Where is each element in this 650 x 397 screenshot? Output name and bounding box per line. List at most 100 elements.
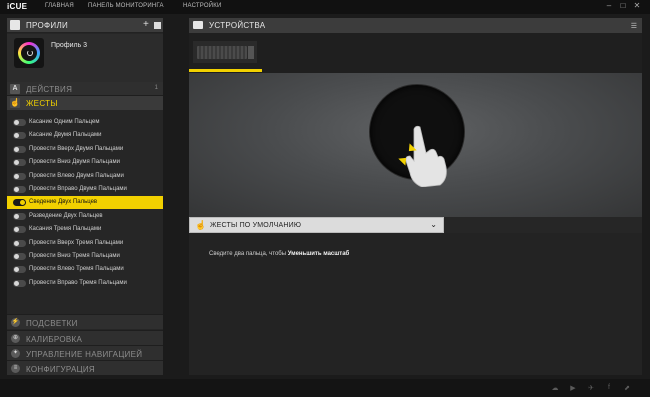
actions-icon: A (10, 84, 20, 94)
cloud-icon[interactable]: ☁ (549, 384, 561, 392)
configuration-title: КОНФИГУРАЦИЯ (26, 365, 95, 374)
toggle-knob (20, 200, 25, 206)
gesture-toggle[interactable] (13, 199, 26, 207)
profile-item[interactable]: Профиль 3 (7, 34, 163, 82)
hand-pinch-icon (405, 125, 447, 187)
devices-title: УСТРОЙСТВА (209, 21, 266, 30)
sliders-icon: ≡ (11, 364, 20, 373)
gesture-label: Провести Вверх Тремя Пальцами (29, 239, 124, 246)
default-gestures-dropdown[interactable]: ☝ ЖЕСТЫ ПО УМОЛЧАНИЮ ⌄ (189, 217, 444, 233)
gesture-label: Касание Одним Пальцем (29, 119, 100, 125)
gesture-toggle[interactable] (13, 186, 26, 193)
lightning-icon: ⚡ (11, 318, 20, 327)
footer-bar: ☁ ▶ ✈ f ⬈ (0, 379, 650, 397)
hand-pointer-icon: ☝ (195, 220, 207, 230)
calibration-section[interactable]: ⊕ КАЛИБРОВКА (7, 330, 163, 345)
toggle-knob (14, 173, 19, 179)
gesture-label: Провести Вверх Двумя Пальцами (29, 145, 124, 152)
toggle-knob (14, 280, 19, 286)
gesture-item[interactable]: Провести Влево Тремя Пальцами (7, 263, 163, 276)
toggle-knob (14, 227, 19, 233)
gestures-section[interactable]: ☝ ЖЕСТЫ (7, 96, 163, 110)
gesture-item[interactable]: Разведение Двух Пальцев (7, 210, 163, 223)
gesture-item[interactable]: Провести Вправо Тремя Пальцами (7, 277, 163, 290)
navigation-section[interactable]: ✦ УПРАВЛЕНИЕ НАВИГАЦИЕЙ (7, 345, 163, 360)
touchpad-image (248, 46, 254, 59)
close-icon[interactable]: ✕ (632, 1, 642, 10)
gesture-toggle[interactable] (13, 253, 26, 260)
gesture-item[interactable]: Провести Вправо Двумя Пальцами (7, 183, 163, 196)
gesture-item[interactable]: Сведение Двух Пальцев (7, 196, 163, 210)
menu-home[interactable]: ГЛАВНАЯ (45, 3, 74, 9)
gesture-item[interactable]: Касания Тремя Пальцами (7, 223, 163, 236)
description-action: Уменьшить масштаб (287, 251, 350, 257)
gesture-toggle[interactable] (13, 239, 26, 247)
gesture-toggle[interactable] (13, 226, 26, 234)
gesture-item[interactable]: Провести Влево Двумя Пальцами (7, 170, 163, 183)
gesture-label: Провести Влево Тремя Пальцами (29, 266, 124, 273)
gesture-label: Провести Влево Двумя Пальцами (29, 172, 124, 179)
gesture-label: Касание Двумя Пальцами (29, 132, 102, 139)
gesture-toggle[interactable] (13, 266, 26, 274)
gesture-toggle[interactable] (13, 279, 26, 287)
arrow-icon[interactable]: ⬈ (621, 384, 633, 392)
gesture-label: Провести Вправо Двумя Пальцами (29, 186, 127, 192)
calibration-title: КАЛИБРОВКА (26, 335, 83, 344)
devices-header: УСТРОЙСТВА ☰ (189, 18, 642, 33)
toggle-knob (14, 146, 19, 152)
device-strip (189, 33, 642, 73)
keyboard-icon (193, 21, 203, 29)
device-selected-indicator (189, 69, 262, 72)
youtube-icon[interactable]: ▶ (567, 384, 579, 392)
lighting-section[interactable]: ⚡ ПОДСВЕТКИ (7, 314, 163, 329)
toggle-knob (14, 160, 19, 166)
actions-section[interactable]: A ДЕЙСТВИЯ 1 (7, 82, 163, 96)
gesture-label: Провести Вправо Тремя Пальцами (29, 279, 127, 286)
gesture-toggle[interactable] (13, 212, 26, 220)
gesture-list: Касание Одним Пальцем Касание Двумя Пальц… (7, 115, 163, 313)
gesture-item[interactable]: Провести Вверх Тремя Пальцами (7, 237, 163, 250)
device-keyboard-thumbnail[interactable] (193, 41, 257, 63)
add-profile-icon[interactable]: + (143, 19, 149, 30)
gesture-item[interactable]: Провести Вниз Двумя Пальцами (7, 156, 163, 169)
gesture-toggle[interactable] (13, 119, 26, 126)
facebook-icon[interactable]: f (603, 384, 615, 391)
power-icon (27, 50, 33, 56)
gesture-item[interactable]: Касание Одним Пальцем (7, 116, 163, 129)
menu-settings[interactable]: НАСТРОЙКИ (183, 3, 221, 9)
gesture-toggle[interactable] (13, 145, 26, 153)
gesture-item[interactable]: Касание Двумя Пальцами (7, 129, 163, 142)
configuration-section[interactable]: ≡ КОНФИГУРАЦИЯ (7, 360, 163, 375)
gesture-label: Сведение Двух Пальцев (29, 199, 98, 206)
gesture-toggle[interactable] (13, 159, 26, 167)
menu-dashboard[interactable]: ПАНЕЛЬ МОНИТОРИНГА (88, 3, 164, 9)
hamburger-icon[interactable]: ☰ (631, 22, 637, 30)
description-prefix: Сведите два пальца, чтобы (209, 251, 287, 257)
gesture-label: Разведение Двух Пальцев (29, 212, 103, 219)
twitter-icon[interactable]: ✈ (585, 384, 597, 392)
toggle-knob (14, 133, 19, 139)
minimize-icon[interactable]: – (604, 1, 614, 10)
toggle-knob (14, 187, 19, 192)
gesture-item[interactable]: Провести Вниз Тремя Пальцами (7, 250, 163, 263)
hand-pointer-icon: ☝ (10, 98, 20, 108)
rgb-ring-icon (18, 42, 40, 64)
left-panel: ПРОФИЛИ + Профиль 3 A ДЕЙСТВИЯ 1 ☝ ЖЕСТЫ… (7, 18, 163, 375)
gesture-toggle[interactable] (13, 172, 26, 180)
gesture-description: Сведите два пальца, чтобы Уменьшить масш… (209, 251, 349, 257)
gesture-toggle[interactable] (13, 132, 26, 140)
chevron-down-icon: ⌄ (430, 220, 437, 229)
top-bar: iCUE ГЛАВНАЯ ПАНЕЛЬ МОНИТОРИНГА НАСТРОЙК… (0, 0, 650, 14)
right-panel: УСТРОЙСТВА ☰ ☝ ЖЕСТЫ ПО УМОЛЧАНИЮ ⌄ Свед… (189, 18, 642, 375)
lighting-title: ПОДСВЕТКИ (26, 319, 78, 328)
profile-options-icon[interactable] (154, 22, 161, 29)
gestures-title: ЖЕСТЫ (26, 99, 58, 108)
profiles-header: ПРОФИЛИ + (7, 18, 163, 33)
maximize-icon[interactable]: □ (618, 1, 628, 10)
crosshair-icon: ⊕ (11, 334, 20, 343)
toggle-knob (14, 267, 19, 273)
gesture-item[interactable]: Провести Вверх Двумя Пальцами (7, 143, 163, 156)
toggle-knob (14, 254, 19, 259)
gesture-label: Провести Вниз Тремя Пальцами (29, 253, 120, 259)
gesture-description-panel: Сведите два пальца, чтобы Уменьшить масш… (189, 233, 642, 375)
